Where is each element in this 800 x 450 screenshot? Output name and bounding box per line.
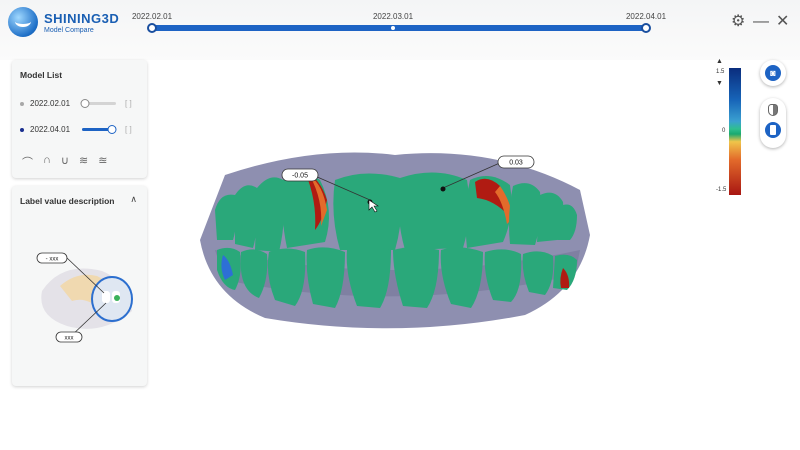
annotation-point-right[interactable] <box>440 186 446 192</box>
model-date-label: 2022.02.01 <box>30 99 71 108</box>
timeline-marker-mid[interactable] <box>391 26 395 30</box>
label-illustration: - xxx xxx <box>36 252 133 343</box>
label-description-panel: Label value description ∧ - xxx xxx <box>12 186 147 386</box>
scale-min-label: -1.5 <box>716 187 727 193</box>
upper-arch-icon[interactable]: ⌒ <box>22 154 33 170</box>
minimize-icon[interactable]: — <box>753 12 769 32</box>
slider-knob[interactable] <box>107 125 117 134</box>
scale-up-arrow-icon[interactable]: ▲ <box>716 58 723 65</box>
label-panel-title: Label value description <box>20 196 115 206</box>
focus-icon[interactable]: [ ] <box>125 125 132 134</box>
annotation-value-left: -0.05 <box>292 173 308 180</box>
opacity-slider[interactable] <box>80 99 116 108</box>
chevron-up-icon[interactable]: ∧ <box>130 194 137 205</box>
color-map-icon <box>770 125 776 135</box>
slider-knob[interactable] <box>80 99 90 108</box>
timeline-date-mid: 2022.03.01 <box>372 12 414 21</box>
color-deviation-scale <box>729 68 741 195</box>
display-mode-toggle <box>760 98 786 148</box>
focus-icon[interactable]: [ ] <box>125 99 132 108</box>
timeline-date-end: 2022.04.01 <box>625 12 667 21</box>
timeline-date-start: 2022.02.01 <box>131 12 173 21</box>
half-tooth-icon[interactable] <box>768 104 778 116</box>
scale-zero-label: 0 <box>722 128 726 134</box>
callout-bottom-label: xxx <box>65 336 74 342</box>
timeline-marker-start[interactable] <box>147 23 157 33</box>
app-logo: SHINING3D Model Compare <box>8 7 119 37</box>
opacity-slider[interactable] <box>82 125 117 134</box>
timeline-marker-end[interactable] <box>641 23 651 33</box>
upper-teeth <box>215 172 577 252</box>
brand-name: SHINING3D <box>44 10 120 26</box>
left-view-icon[interactable]: ≋ <box>79 154 88 170</box>
gear-icon[interactable]: ⚙ <box>731 12 745 32</box>
deviation-mode-button[interactable] <box>765 122 781 138</box>
view-toolbar: ⌒ ∩ ∪ ≋ ≊ <box>22 154 107 170</box>
scale-down-arrow-icon[interactable]: ▼ <box>716 80 723 87</box>
model-list-panel: Model List 2022.02.01 [ ] 2022.04.01 [ ]… <box>12 60 147 178</box>
timeline-track[interactable] <box>152 25 648 31</box>
tooth-icon: ◙ <box>765 65 781 81</box>
model-date-label: 2022.04.01 <box>30 125 71 134</box>
model-row-1[interactable]: 2022.02.01 [ ] <box>20 99 145 108</box>
app-subtitle: Model Compare <box>44 26 94 34</box>
callout-top-label: - xxx <box>46 257 59 263</box>
timeline[interactable]: 2022.02.01 2022.03.01 2022.04.01 <box>132 12 666 36</box>
model-color-dot <box>20 127 24 132</box>
model-row-2[interactable]: 2022.04.01 [ ] <box>20 125 145 134</box>
right-view-icon[interactable]: ≊ <box>98 154 107 170</box>
dental-model-viewport[interactable]: -0.05 0.03 <box>195 140 595 335</box>
tooth-view-button[interactable]: ◙ <box>760 60 786 86</box>
close-icon[interactable]: ✕ <box>776 12 789 32</box>
scale-max-label: 1.5 <box>716 69 725 75</box>
logo-icon <box>8 7 38 37</box>
arch-front-icon[interactable]: ∩ <box>43 154 51 170</box>
lower-arch-icon[interactable]: ∪ <box>61 154 69 170</box>
model-color-dot <box>20 101 24 106</box>
annotation-value-right: 0.03 <box>509 160 523 167</box>
model-list-title: Model List <box>20 70 63 80</box>
